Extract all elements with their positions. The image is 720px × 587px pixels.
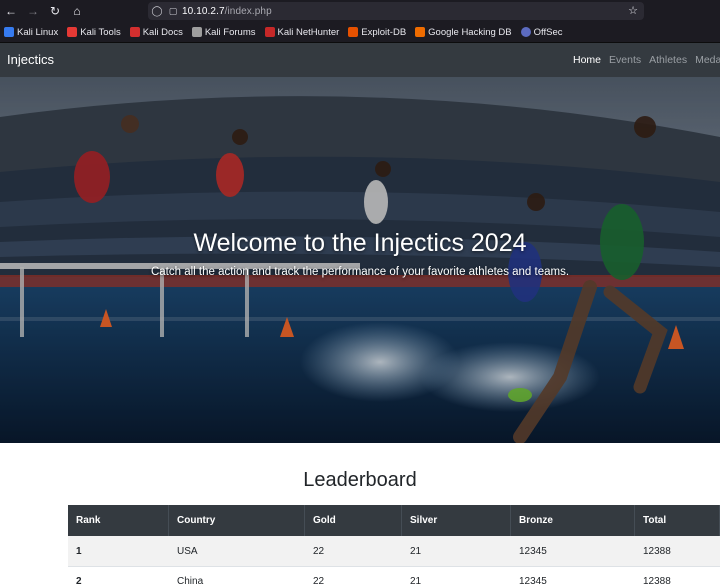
bookmark-kali-linux[interactable]: Kali Linux [4, 27, 58, 38]
kali-forums-icon [191, 27, 202, 37]
url-host: 10.10.2.7 [182, 5, 225, 17]
bronze-cell: 12345 [519, 576, 547, 587]
total-cell: 12388 [643, 576, 671, 587]
bookmark-google-hacking-db[interactable]: Google Hacking DB [415, 26, 512, 38]
nav-athletes[interactable]: Athletes [649, 54, 687, 66]
rank-cell: 1 [76, 545, 82, 557]
nav-events[interactable]: Events [609, 54, 641, 66]
bookmark-kali-nethunter[interactable]: Kali NetHunter [264, 26, 340, 38]
nav-home[interactable]: Home [573, 54, 601, 66]
rank-cell: 2 [76, 576, 82, 587]
bookmark-label: Kali NetHunter [277, 26, 340, 38]
google-hacking-db-icon [415, 27, 426, 37]
table-row: 1 USA 22 21 12345 12388 [68, 536, 720, 566]
column-header-gold: Gold [305, 505, 402, 536]
bookmark-label: OffSec [533, 26, 563, 38]
back-arrow-icon[interactable]: ← [0, 0, 22, 22]
bookmarks-bar: Kali Linux Kali Tools Kali Docs Kali For… [0, 22, 720, 43]
offsec-icon [520, 27, 531, 37]
bookmark-kali-tools[interactable]: Kali Tools [67, 27, 121, 38]
country-cell: China [177, 576, 204, 587]
exploit-db-icon [348, 27, 359, 37]
page-info-icon[interactable]: ▢ [166, 6, 180, 17]
reload-icon[interactable]: ↻ [44, 0, 66, 22]
bookmark-kali-docs[interactable]: Kali Docs [129, 26, 183, 38]
column-header-bronze: Bronze [511, 505, 635, 536]
leaderboard-section: Leaderboard Rank Country Gold Silver Bro… [0, 443, 720, 587]
bookmark-kali-forums[interactable]: Kali Forums [191, 26, 256, 38]
url-path: /index.php [224, 5, 272, 17]
site-navbar: Injectics Home Events Athletes Meda [0, 43, 720, 77]
address-bar[interactable]: ◯ ▢ 10.10.2.7/index.php ☆ [148, 2, 644, 20]
kali-docs-icon [129, 27, 140, 37]
country-cell: USA [177, 545, 198, 557]
bookmark-label: Google Hacking DB [428, 26, 512, 38]
column-header-country: Country [169, 505, 305, 536]
leaderboard-title: Leaderboard [303, 469, 417, 491]
hero-subtitle: Catch all the action and track the perfo… [150, 266, 570, 278]
silver-cell: 21 [410, 576, 422, 587]
nav-links: Home Events Athletes Meda [573, 54, 720, 66]
kali-tools-icon [67, 27, 78, 37]
total-cell: 12388 [643, 545, 671, 557]
brand-logo[interactable]: Injectics [7, 52, 54, 67]
shield-icon[interactable]: ◯ [148, 6, 166, 17]
bookmark-label: Kali Tools [80, 26, 121, 38]
browser-toolbar: ← → ↻ ⌂ ◯ ▢ 10.10.2.7/index.php ☆ [0, 0, 720, 22]
kali-linux-icon [4, 27, 14, 37]
url-text[interactable]: 10.10.2.7/index.php [182, 6, 272, 17]
silver-cell: 21 [410, 545, 422, 557]
table-header-row: Rank Country Gold Silver Bronze Total [68, 505, 720, 536]
bronze-cell: 12345 [519, 545, 547, 557]
bookmark-label: Kali Docs [142, 26, 183, 38]
hero-section: Welcome to the Injectics 2024 Catch all … [0, 77, 720, 443]
column-header-rank: Rank [68, 505, 169, 536]
table-row: 2 China 22 21 12345 12388 [68, 566, 720, 587]
bookmark-exploit-db[interactable]: Exploit-DB [348, 27, 406, 38]
bookmark-offsec[interactable]: OffSec [520, 26, 563, 38]
home-icon[interactable]: ⌂ [66, 0, 88, 22]
bookmark-label: Exploit-DB [361, 26, 407, 38]
column-header-total: Total [635, 505, 720, 536]
gold-cell: 22 [313, 576, 325, 587]
bookmark-label: Kali Linux [17, 26, 59, 38]
leaderboard-table: Rank Country Gold Silver Bronze Total 1 … [68, 505, 720, 587]
gold-cell: 22 [313, 545, 325, 557]
kali-nethunter-icon [264, 27, 275, 37]
bookmark-label: Kali Forums [204, 26, 256, 38]
column-header-silver: Silver [402, 505, 511, 536]
nav-medals[interactable]: Meda [695, 54, 720, 66]
bookmark-star-icon[interactable]: ☆ [628, 4, 638, 17]
forward-arrow-icon[interactable]: → [22, 0, 44, 22]
hero-overlay [0, 77, 720, 443]
hero-title: Welcome to the Injectics 2024 [193, 229, 527, 257]
